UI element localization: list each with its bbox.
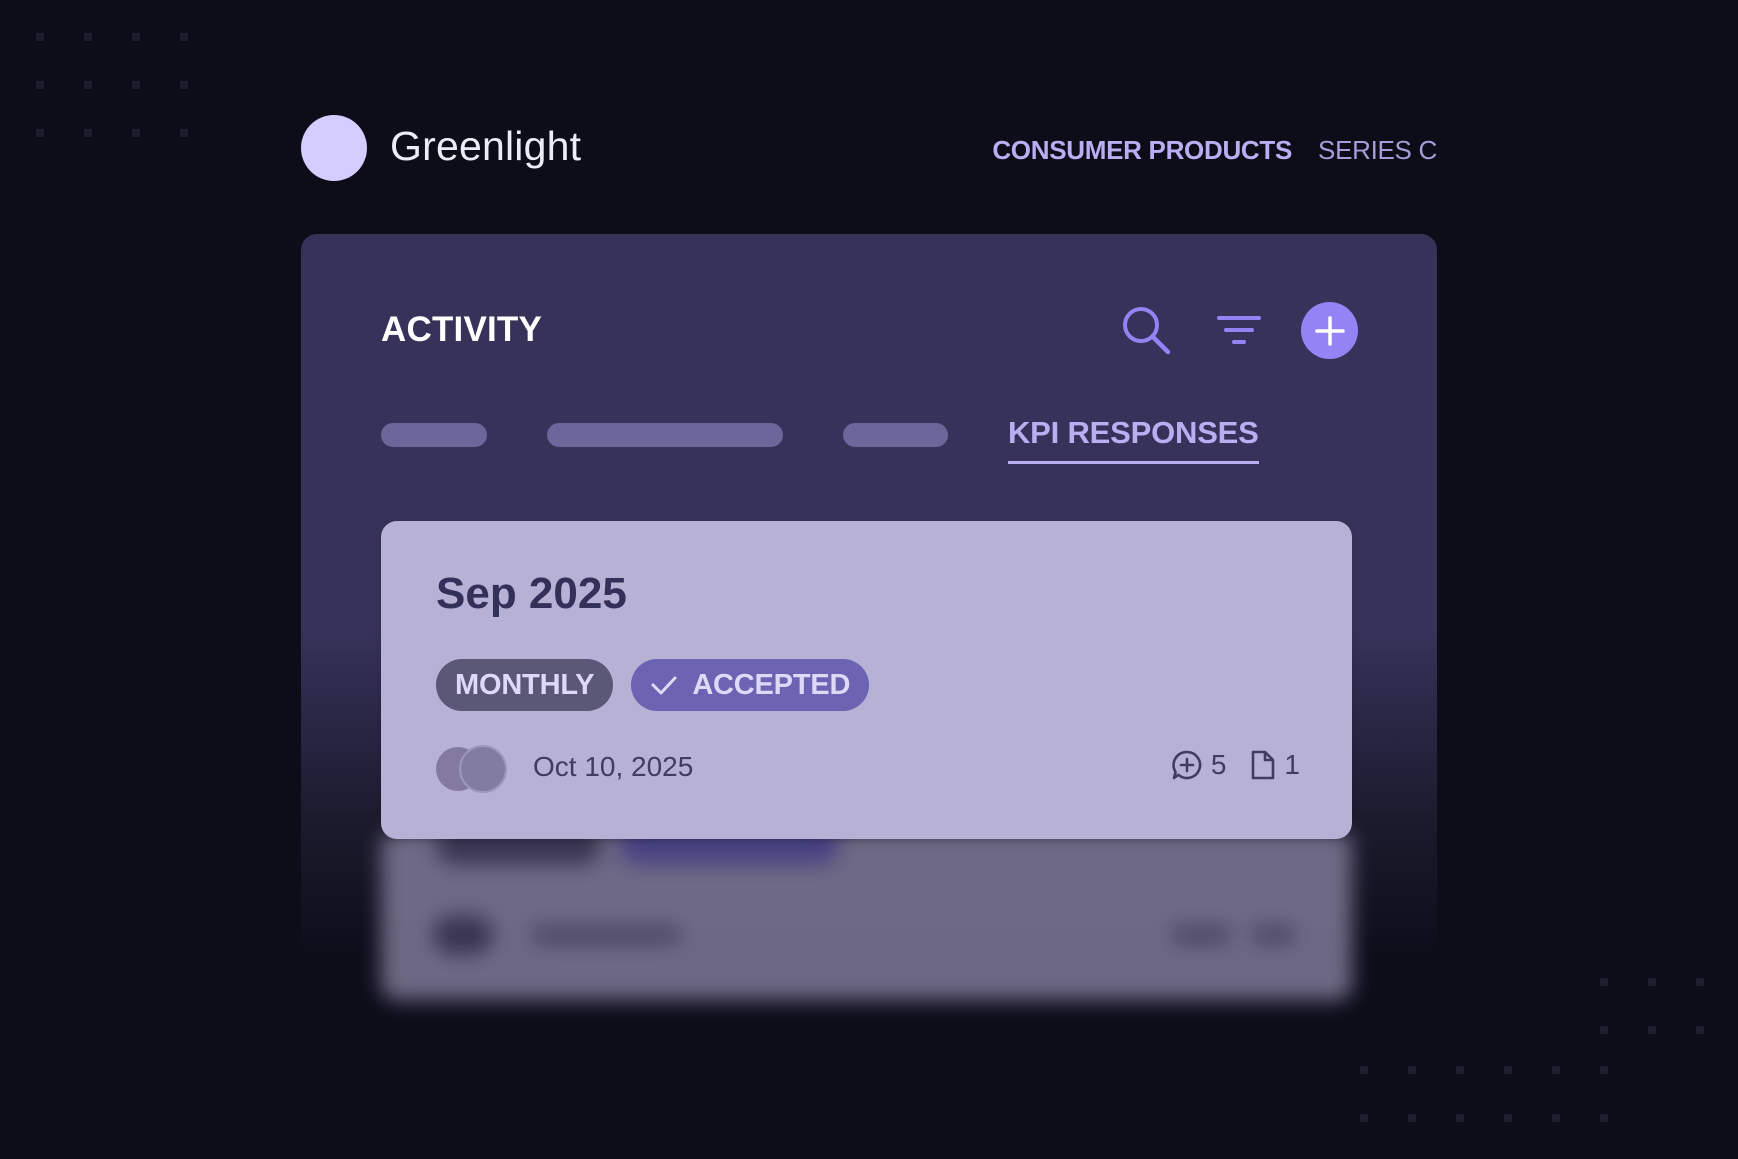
card-counts: 5 1 (1171, 749, 1300, 781)
company-name: Greenlight (390, 123, 582, 169)
tab-bar: KPI RESPONSES (381, 415, 1281, 481)
search-button[interactable] (1118, 302, 1174, 358)
comment-add-icon (1172, 750, 1202, 780)
comments-count[interactable]: 5 (1171, 749, 1227, 781)
stage-label: SERIES C (1318, 135, 1437, 165)
tab-placeholder-3[interactable] (843, 423, 948, 447)
files-count-value: 1 (1284, 749, 1300, 780)
file-icon (1252, 750, 1275, 780)
tab-placeholder-1[interactable] (381, 423, 487, 447)
card-badges: MONTHLY ACCEPTED (436, 659, 870, 711)
search-icon (1123, 307, 1171, 355)
avatar (459, 745, 507, 793)
check-icon (651, 676, 677, 695)
frequency-badge: MONTHLY (436, 659, 614, 711)
add-button[interactable] (1301, 302, 1358, 359)
panel-title: ACTIVITY (381, 310, 543, 349)
files-count[interactable]: 1 (1250, 749, 1300, 781)
status-badge-label: ACCEPTED (692, 668, 851, 701)
filter-icon (1217, 316, 1261, 344)
comments-count-value: 5 (1210, 749, 1227, 780)
activity-card[interactable]: Sep 2025 MONTHLY ACCEPTED Oct 10, 2025 5 (381, 521, 1352, 839)
tab-kpi-responses[interactable]: KPI RESPONSES (1008, 415, 1259, 464)
plus-icon (1314, 315, 1345, 346)
blurred-activity-card (381, 828, 1352, 1000)
company-header: Greenlight CONSUMER PRODUCTS SERIES C (301, 115, 1437, 181)
card-period-title: Sep 2025 (436, 569, 627, 618)
industry-label: CONSUMER PRODUCTS (992, 135, 1293, 165)
frequency-badge-label: MONTHLY (455, 668, 595, 701)
card-footer: Oct 10, 2025 5 1 (436, 745, 1300, 793)
tab-placeholder-2[interactable] (547, 423, 783, 447)
status-badge: ACCEPTED (631, 659, 870, 711)
company-logo (301, 115, 367, 181)
company-meta: CONSUMER PRODUCTS SERIES C (992, 135, 1437, 166)
filter-button[interactable] (1213, 304, 1265, 356)
submitted-date: Oct 10, 2025 (533, 751, 694, 782)
